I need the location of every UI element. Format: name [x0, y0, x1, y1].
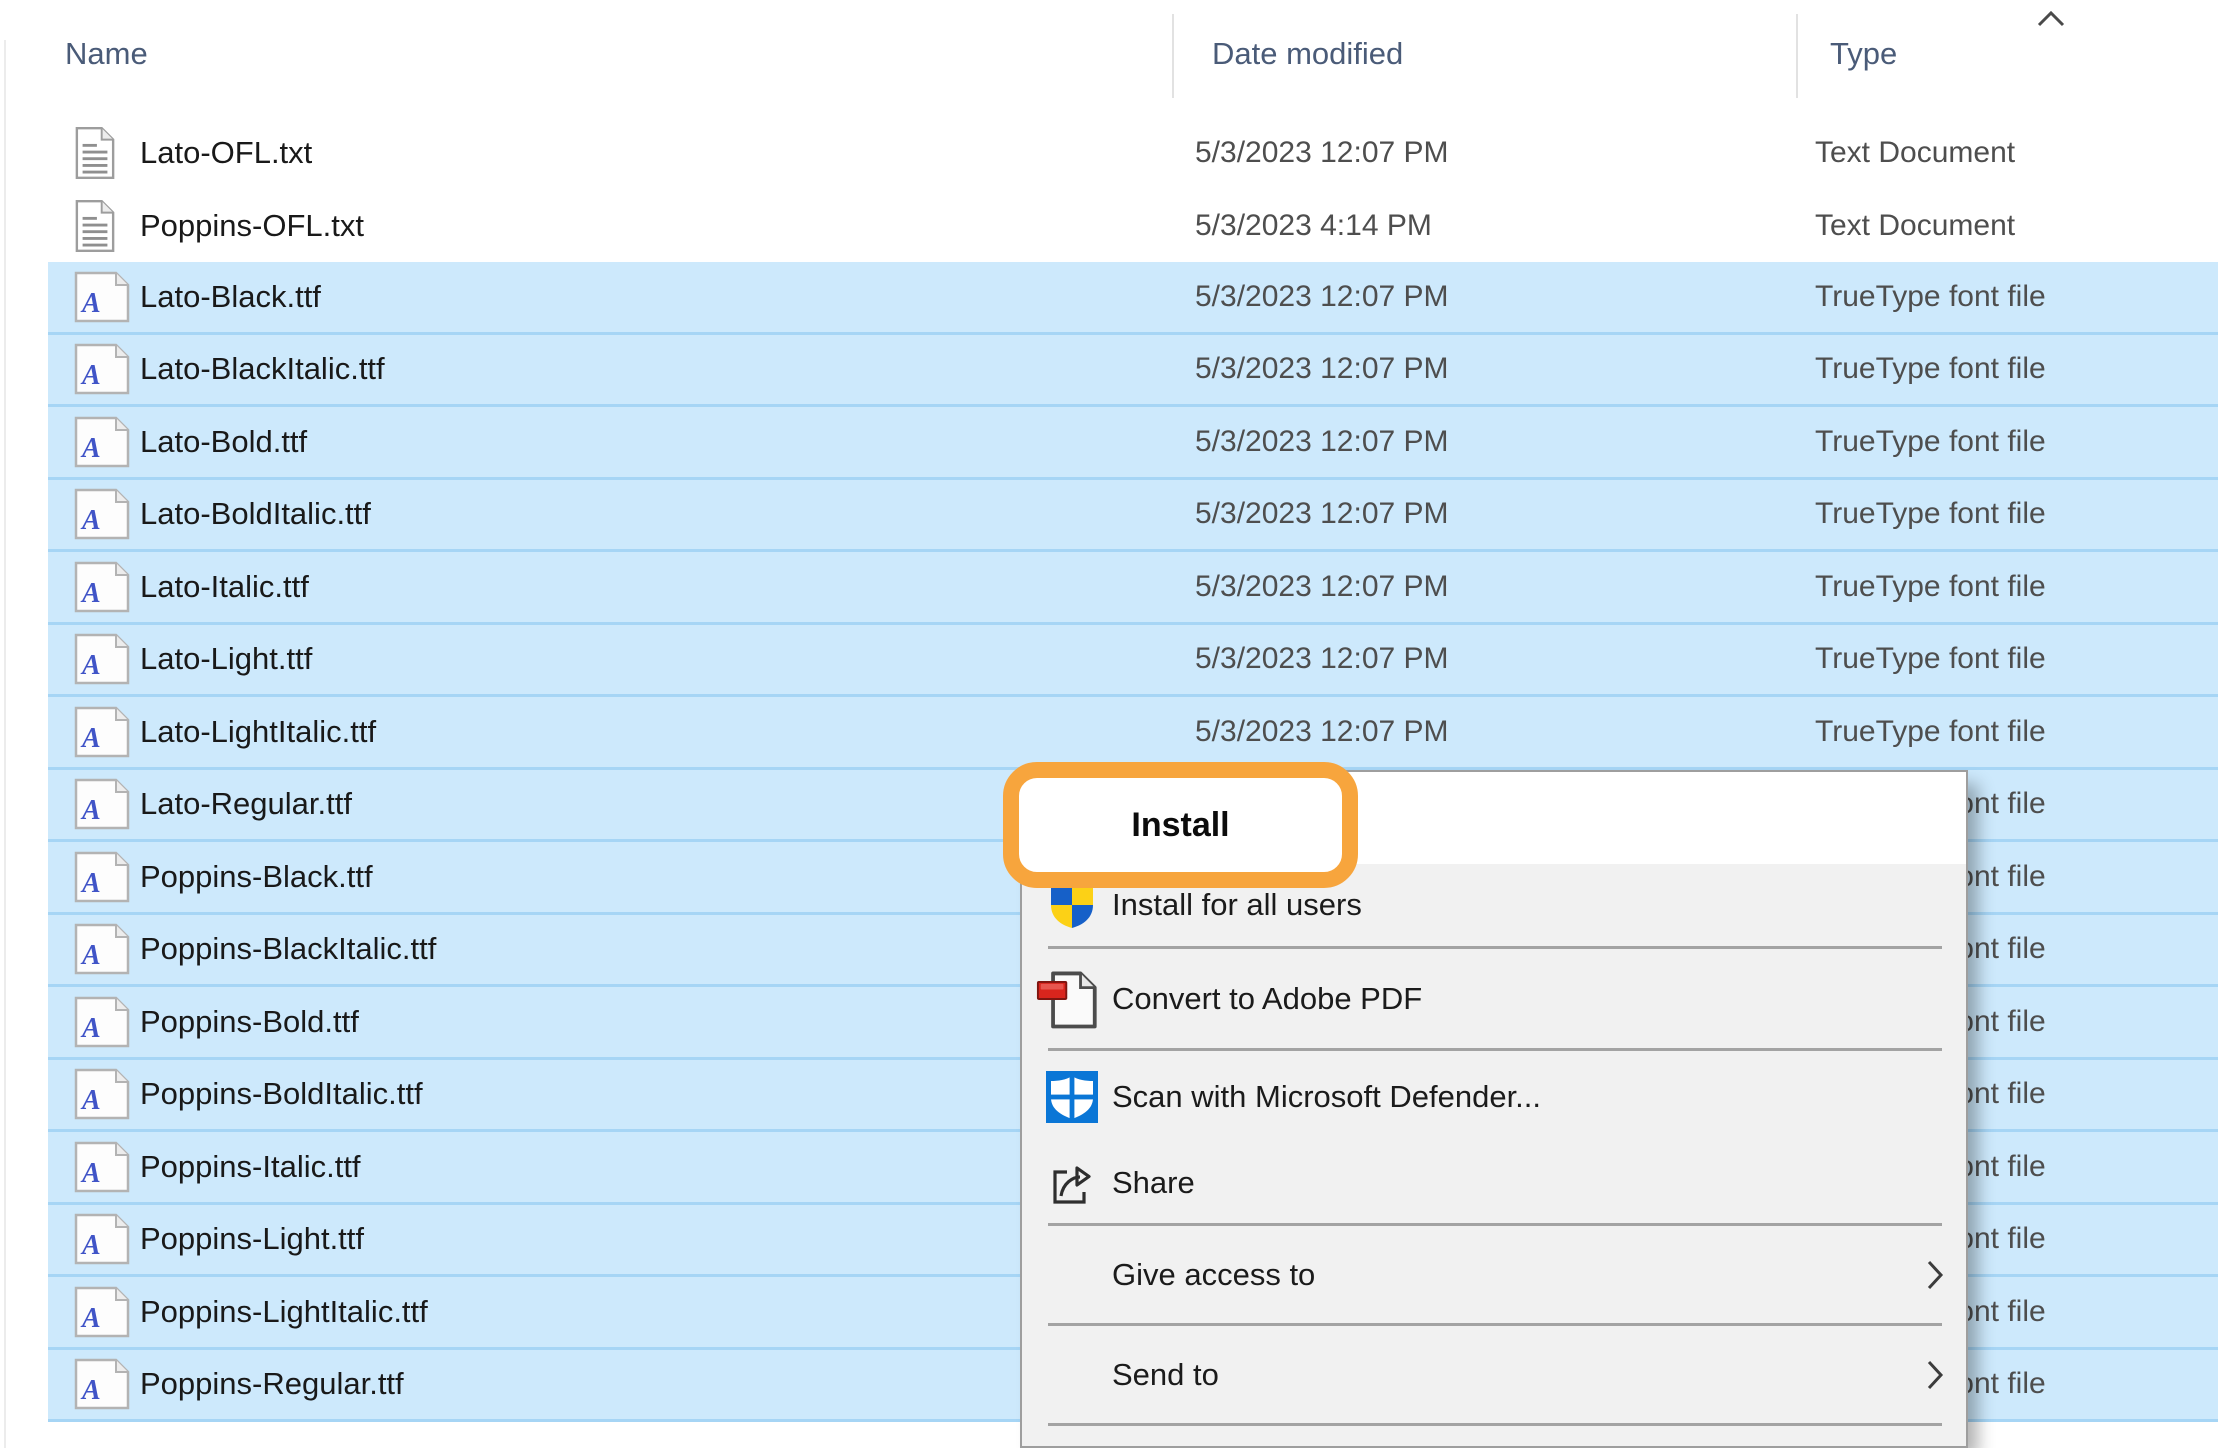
font-file-icon: A [74, 1283, 136, 1341]
defender-shield-icon [1036, 1071, 1108, 1123]
file-row[interactable]: A Lato-Bold.ttf 5/3/2023 12:07 PM TrueType … [48, 407, 2218, 480]
file-name: Poppins-Light.ttf [140, 1221, 364, 1257]
text-document-icon [74, 197, 136, 255]
file-type: TrueType font file [1815, 715, 2046, 749]
file-name: Lato-LightItalic.ttf [140, 714, 376, 750]
file-name: Poppins-OFL.txt [140, 208, 364, 244]
file-date-modified: 5/3/2023 4:14 PM [1195, 209, 1432, 243]
text-document-icon [74, 124, 136, 182]
font-file-icon: A [74, 340, 136, 398]
font-file-icon: A [74, 413, 136, 471]
file-name: Lato-Regular.ttf [140, 786, 352, 822]
svg-text:A: A [80, 1230, 101, 1261]
file-row[interactable]: A Lato-Italic.ttf 5/3/2023 12:07 PM TrueTyp… [48, 552, 2218, 625]
font-file-icon: A [74, 775, 136, 833]
svg-text:A: A [80, 1013, 101, 1044]
svg-text:A: A [80, 940, 101, 971]
file-name: Poppins-LightItalic.ttf [140, 1294, 428, 1330]
file-row[interactable]: A Lato-LightItalic.ttf 5/3/2023 12:07 PM Tr… [48, 697, 2218, 770]
install-highlight-box: Install [1003, 762, 1358, 888]
file-type: Text Document [1815, 136, 2015, 170]
file-row[interactable]: Poppins-OFL.txt 5/3/2023 4:14 PM Text Docu… [48, 190, 2218, 263]
menu-item-label: Send to [1112, 1357, 1219, 1393]
font-file-icon: A [74, 558, 136, 616]
file-name: Lato-Bold.ttf [140, 424, 307, 460]
svg-text:A: A [80, 795, 101, 826]
file-type: TrueType font file [1815, 352, 2046, 386]
submenu-chevron-icon [1927, 1359, 1944, 1391]
file-row[interactable]: A Lato-Light.ttf 5/3/2023 12:07 PM TrueType… [48, 625, 2218, 698]
menu-item-share[interactable]: Share [1022, 1142, 1966, 1223]
menu-item-install-label[interactable]: Install [1131, 806, 1229, 845]
submenu-chevron-icon [1927, 1259, 1944, 1291]
file-name: Poppins-BlackItalic.ttf [140, 931, 436, 967]
file-name: Poppins-Black.ttf [140, 859, 373, 895]
file-date-modified: 5/3/2023 12:07 PM [1195, 136, 1449, 170]
font-file-icon: A [74, 703, 136, 761]
menu-item-convert-adobe-pdf[interactable]: Convert to Adobe PDF [1022, 949, 1966, 1048]
file-name: Poppins-Bold.ttf [140, 1004, 359, 1040]
file-type: TrueType font file [1815, 497, 2046, 531]
file-type: TrueType font file [1815, 642, 2046, 676]
svg-text:A: A [80, 505, 101, 536]
font-file-icon: A [74, 1355, 136, 1413]
font-file-icon: A [74, 848, 136, 906]
file-type: TrueType font file [1815, 280, 2046, 314]
file-type: TrueType font file [1815, 425, 2046, 459]
file-row[interactable]: A Lato-Black.ttf 5/3/2023 12:07 PM TrueType… [48, 262, 2218, 335]
svg-text:A: A [80, 1375, 101, 1406]
file-name: Lato-Italic.ttf [140, 569, 309, 605]
file-date-modified: 5/3/2023 12:07 PM [1195, 425, 1449, 459]
font-file-icon: A [74, 993, 136, 1051]
file-type: TrueType font file [1815, 570, 2046, 604]
svg-text:A: A [80, 433, 101, 464]
font-file-icon: A [74, 1210, 136, 1268]
file-date-modified: 5/3/2023 12:07 PM [1195, 497, 1449, 531]
menu-item-label: Scan with Microsoft Defender... [1112, 1079, 1541, 1115]
font-file-icon: A [74, 485, 136, 543]
file-type: Text Document [1815, 209, 2015, 243]
file-date-modified: 5/3/2023 12:07 PM [1195, 570, 1449, 604]
menu-item-label: Convert to Adobe PDF [1112, 981, 1422, 1017]
file-date-modified: 5/3/2023 12:07 PM [1195, 715, 1449, 749]
menu-item-label: Install for all users [1112, 887, 1362, 923]
svg-text:A: A [80, 723, 101, 754]
svg-text:A: A [80, 868, 101, 899]
file-name: Poppins-BoldItalic.ttf [140, 1076, 423, 1112]
svg-text:A: A [80, 1085, 101, 1116]
font-file-icon: A [74, 1138, 136, 1196]
menu-item-give-access-to[interactable]: Give access to [1022, 1226, 1966, 1323]
file-row[interactable]: A Lato-BlackItalic.ttf 5/3/2023 12:07 PM Tr… [48, 335, 2218, 408]
menu-item-scan-defender[interactable]: Scan with Microsoft Defender... [1022, 1051, 1966, 1142]
menu-item-label: Share [1112, 1165, 1195, 1201]
file-name: Lato-BoldItalic.ttf [140, 496, 371, 532]
file-name: Lato-Light.ttf [140, 641, 312, 677]
menu-separator [1048, 1423, 1942, 1426]
file-name: Lato-OFL.txt [140, 135, 312, 171]
file-name: Poppins-Regular.ttf [140, 1366, 404, 1402]
file-date-modified: 5/3/2023 12:07 PM [1195, 642, 1449, 676]
file-date-modified: 5/3/2023 12:07 PM [1195, 352, 1449, 386]
svg-text:A: A [80, 288, 101, 319]
svg-text:A: A [80, 578, 101, 609]
file-row[interactable]: Lato-OFL.txt 5/3/2023 12:07 PM Text Docume… [48, 117, 2218, 190]
file-date-modified: 5/3/2023 12:07 PM [1195, 280, 1449, 314]
svg-text:A: A [80, 1158, 101, 1189]
file-row[interactable]: A Lato-BoldItalic.ttf 5/3/2023 12:07 PM Tru… [48, 480, 2218, 553]
svg-text:A: A [80, 360, 101, 391]
font-file-icon: A [74, 268, 136, 326]
svg-text:A: A [80, 1303, 101, 1334]
adobe-pdf-icon [1036, 968, 1108, 1030]
svg-text:A: A [80, 650, 101, 681]
menu-item-send-to[interactable]: Send to [1022, 1326, 1966, 1423]
file-name: Poppins-Italic.ttf [140, 1149, 361, 1185]
font-file-icon: A [74, 630, 136, 688]
file-name: Lato-BlackItalic.ttf [140, 351, 385, 387]
font-file-icon: A [74, 920, 136, 978]
font-file-icon: A [74, 1065, 136, 1123]
file-name: Lato-Black.ttf [140, 279, 321, 315]
menu-item-label: Give access to [1112, 1257, 1315, 1293]
share-icon [1036, 1159, 1108, 1207]
